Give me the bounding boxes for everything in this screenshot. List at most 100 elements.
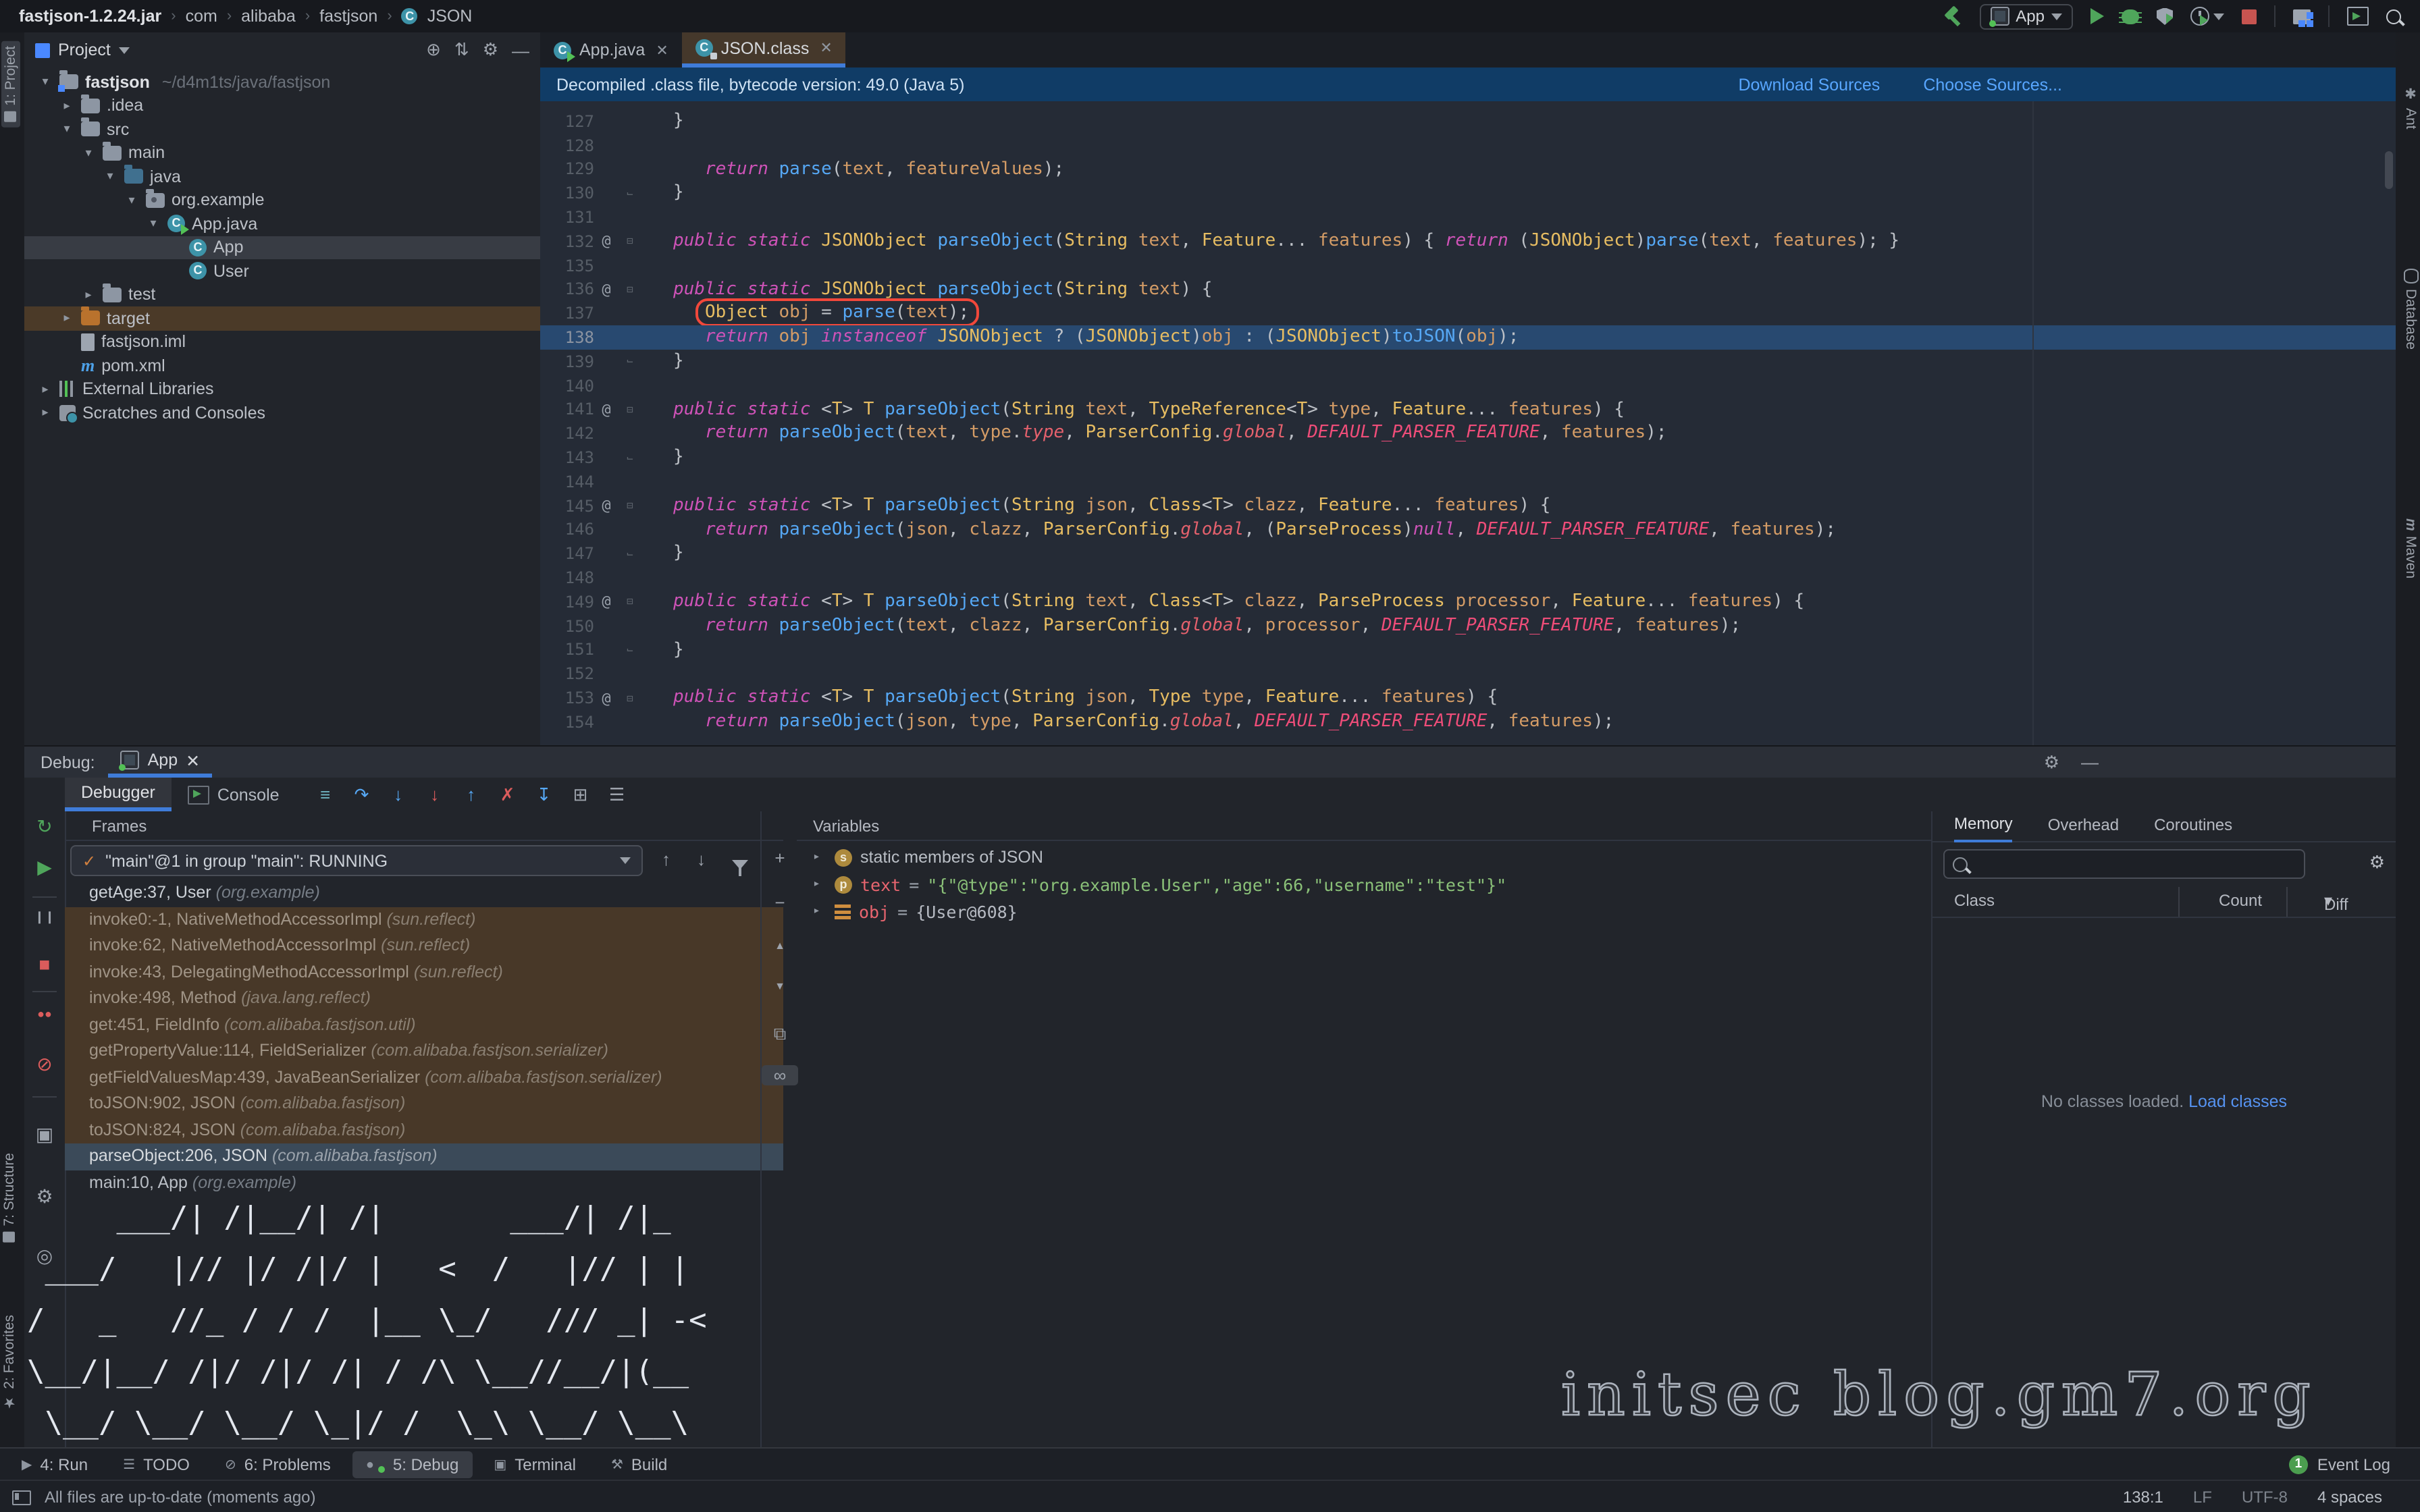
- remove-watch-icon[interactable]: −: [762, 892, 798, 913]
- project-tree-item[interactable]: ▸External Libraries: [24, 377, 540, 401]
- evaluate-expression-icon[interactable]: ⊞: [570, 784, 591, 805]
- frame-row[interactable]: getPropertyValue:114, FieldSerializer (c…: [65, 1038, 783, 1064]
- project-tree-item[interactable]: ▸target: [24, 306, 540, 330]
- variable-row[interactable]: ▸sstatic members of JSON: [797, 844, 1931, 871]
- fold-marker-icon[interactable]: ⌐: [619, 356, 641, 368]
- event-log-button[interactable]: 1Event Log: [2289, 1455, 2420, 1474]
- line-number[interactable]: 141: [540, 400, 594, 419]
- frame-row[interactable]: getFieldValuesMap:439, JavaBeanSerialize…: [65, 1064, 783, 1091]
- banner-action-link[interactable]: Download Sources: [1738, 75, 1880, 94]
- code-line[interactable]: 150 return parseObject(text, clazz, Pars…: [540, 614, 2396, 638]
- line-number[interactable]: 140: [540, 376, 594, 395]
- column-diff[interactable]: Diff ▾: [2324, 891, 2332, 910]
- toolwindow-button-6-problems[interactable]: ⊘6: Problems: [211, 1451, 344, 1478]
- breadcrumb-item[interactable]: fastjson-1.2.24.jar: [19, 7, 161, 26]
- fold-marker-icon[interactable]: ⊟: [619, 692, 641, 704]
- fold-marker-icon[interactable]: ⌐: [619, 188, 641, 200]
- code-line[interactable]: 145@⊟ public static <T> T parseObject(St…: [540, 494, 2396, 518]
- toolwindow-stripe-7-structure[interactable]: 7: Structure: [1, 1153, 18, 1243]
- code-line[interactable]: 137 Object obj = parse(text);: [540, 302, 2396, 326]
- variable-row[interactable]: ▸obj = {User@608}: [797, 898, 1931, 925]
- frame-row[interactable]: toJSON:824, JSON (com.alibaba.fastjson): [65, 1117, 783, 1143]
- toolwindow-button-4-run[interactable]: ▶4: Run: [8, 1451, 101, 1478]
- code-line[interactable]: 131: [540, 205, 2396, 230]
- line-number[interactable]: 154: [540, 713, 594, 732]
- view-breakpoints-icon[interactable]: ●●: [24, 1007, 65, 1021]
- code-line[interactable]: 140: [540, 374, 2396, 398]
- step-over-icon[interactable]: ↷: [351, 784, 373, 805]
- code-line[interactable]: 132@⊟ public static JSONObject parseObje…: [540, 230, 2396, 254]
- toolwindow-button-build[interactable]: ⚒Build: [598, 1451, 681, 1478]
- code-line[interactable]: 139⌐ }: [540, 350, 2396, 374]
- line-number[interactable]: 145: [540, 496, 594, 515]
- project-tree-item[interactable]: CApp: [24, 236, 540, 259]
- hide-icon[interactable]: —: [2081, 751, 2099, 773]
- fold-marker-icon[interactable]: ⊟: [619, 404, 641, 416]
- code-line[interactable]: 142 return parseObject(text, type.type, …: [540, 422, 2396, 446]
- code-line[interactable]: 152: [540, 662, 2396, 686]
- code-line[interactable]: 135: [540, 254, 2396, 278]
- run-icon[interactable]: [2090, 8, 2104, 24]
- hide-icon[interactable]: —: [512, 40, 529, 60]
- tree-chevron-icon[interactable]: ▸: [813, 905, 826, 918]
- line-number[interactable]: 142: [540, 425, 594, 443]
- tree-chevron-icon[interactable]: ▾: [38, 75, 53, 90]
- close-icon[interactable]: ✕: [186, 750, 200, 770]
- collapse-all-icon[interactable]: ⇅: [454, 39, 469, 61]
- line-number[interactable]: 128: [540, 136, 594, 155]
- debug-icon[interactable]: [2122, 9, 2139, 24]
- run-to-cursor-icon[interactable]: ↧: [533, 784, 555, 805]
- chevron-down-icon[interactable]: [2213, 13, 2224, 20]
- move-down-icon[interactable]: ▼: [762, 980, 798, 992]
- close-icon[interactable]: ✕: [656, 41, 668, 59]
- line-number[interactable]: 151: [540, 641, 594, 659]
- line-number[interactable]: 144: [540, 473, 594, 491]
- toolwindow-stripe-2-favorites[interactable]: ★2: Favorites: [1, 1315, 18, 1411]
- resume-icon[interactable]: ▶: [24, 856, 65, 879]
- line-number[interactable]: 146: [540, 520, 594, 539]
- tree-chevron-icon[interactable]: ▾: [81, 146, 96, 161]
- memory-tab-overhead[interactable]: Overhead: [2048, 811, 2119, 841]
- line-number[interactable]: 147: [540, 544, 594, 563]
- frame-row[interactable]: toJSON:902, JSON (com.alibaba.fastjson): [65, 1091, 783, 1117]
- code-line[interactable]: 127 }: [540, 109, 2396, 134]
- fold-marker-icon[interactable]: ⌐: [619, 547, 641, 560]
- tree-chevron-icon[interactable]: ▸: [59, 99, 74, 113]
- locate-icon[interactable]: ⊕: [426, 39, 441, 61]
- code-area[interactable]: 127 }128129 return parse(text, featureVa…: [540, 101, 2396, 745]
- project-tree-item[interactable]: ▾main: [24, 141, 540, 165]
- tree-chevron-icon[interactable]: ▸: [813, 850, 826, 864]
- breadcrumb-item[interactable]: alibaba: [241, 7, 296, 26]
- load-classes-link[interactable]: Load classes: [2188, 1092, 2287, 1111]
- run-anything-icon[interactable]: [2347, 7, 2369, 26]
- tree-chevron-icon[interactable]: ▾: [59, 122, 74, 137]
- tree-chevron-icon[interactable]: ▸: [813, 878, 826, 891]
- project-structure-icon[interactable]: [2293, 9, 2311, 24]
- memory-settings-icon[interactable]: ⚙: [2369, 852, 2385, 873]
- code-line[interactable]: 136@⊟ public static JSONObject parseObje…: [540, 277, 2396, 302]
- step-into-icon[interactable]: ↓: [388, 784, 409, 805]
- toolwindow-stripe-database[interactable]: Database: [2402, 269, 2419, 350]
- memory-tab-memory[interactable]: Memory: [1954, 810, 2013, 842]
- project-tree-item[interactable]: ▾src: [24, 117, 540, 141]
- editor-tab-app-java[interactable]: CApp.java✕: [540, 32, 682, 68]
- fold-marker-icon[interactable]: ⊟: [619, 596, 641, 608]
- line-number[interactable]: 152: [540, 664, 594, 683]
- frame-row[interactable]: main:10, App (org.example): [65, 1170, 783, 1196]
- stop-icon[interactable]: [2242, 9, 2257, 24]
- line-number[interactable]: 137: [540, 304, 594, 323]
- duplicate-icon[interactable]: ⧉: [762, 1023, 798, 1045]
- tab-debugger[interactable]: Debugger: [65, 778, 172, 811]
- gear-icon[interactable]: ⚙: [483, 39, 498, 61]
- code-line[interactable]: 148: [540, 566, 2396, 590]
- project-tree-item[interactable]: ▾CApp.java: [24, 212, 540, 236]
- line-number[interactable]: 150: [540, 616, 594, 635]
- toolwindow-stripe-maven[interactable]: mMaven: [2402, 518, 2419, 579]
- editor-tab-json-class[interactable]: CJSON.class✕: [682, 32, 846, 68]
- tree-chevron-icon[interactable]: ▾: [103, 169, 117, 184]
- thread-dump-icon[interactable]: ▣: [24, 1123, 65, 1146]
- pause-icon[interactable]: ❙❙: [24, 910, 65, 925]
- fold-marker-icon[interactable]: ⊟: [619, 284, 641, 296]
- code-line[interactable]: 144: [540, 470, 2396, 494]
- debug-session-tab[interactable]: App ✕: [109, 747, 212, 778]
